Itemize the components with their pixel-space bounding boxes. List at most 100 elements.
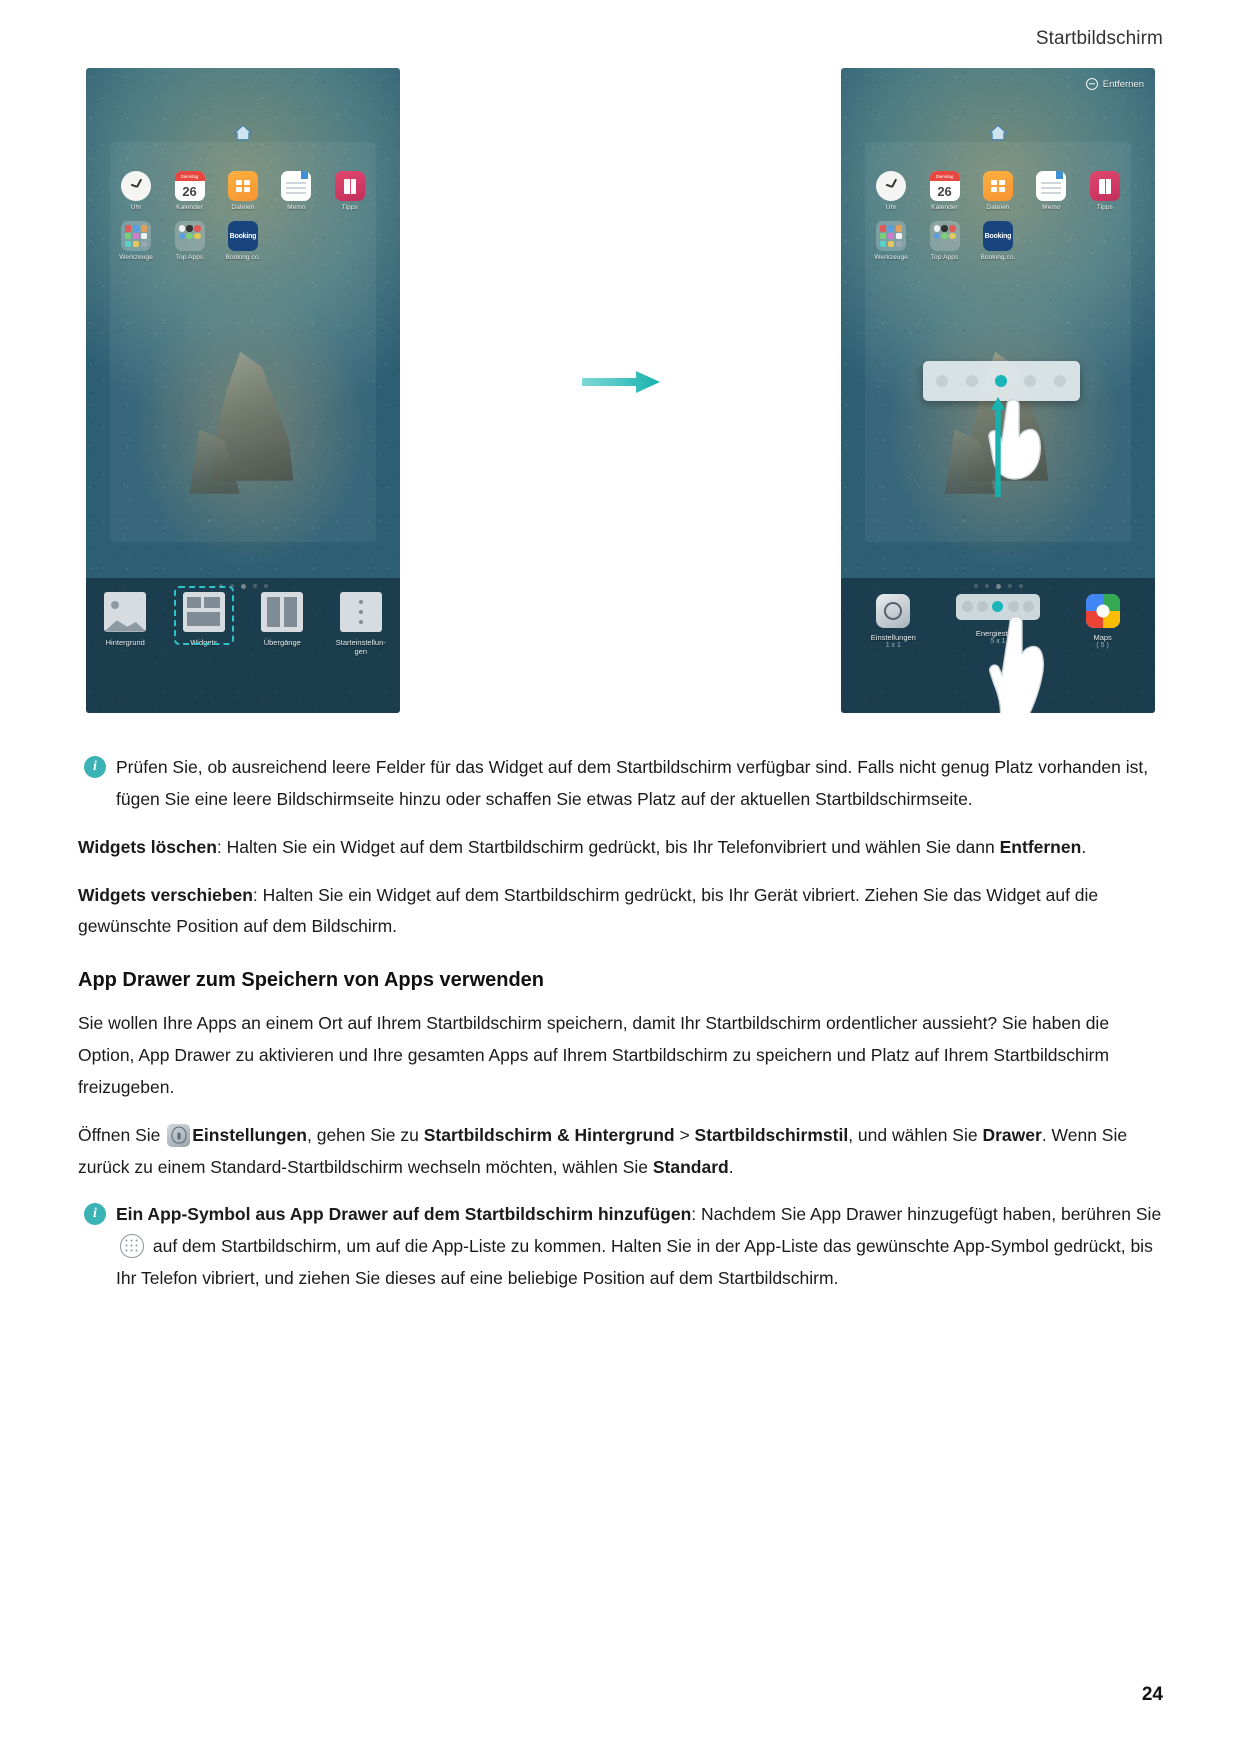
note-text: Ein App-Symbol aus App Drawer auf dem St…: [116, 1199, 1163, 1295]
app-kalender[interactable]: Dienstag 26 Kalender: [923, 171, 967, 211]
settings-widget-icon: [876, 593, 911, 628]
remove-chip-label: Entfernen: [1102, 78, 1144, 90]
home-icon: [988, 123, 1008, 143]
calendar-weekday: Dienstag: [929, 171, 960, 182]
booking-icon: Booking: [227, 221, 258, 252]
app-kalender[interactable]: Dienstag 26 Kalender: [168, 171, 212, 211]
info-icon: i: [84, 756, 106, 778]
widget-item-maps[interactable]: Maps ( 5 ): [1060, 593, 1145, 649]
files-icon: [227, 171, 258, 202]
app-booking[interactable]: Booking Booking.co.: [221, 221, 265, 261]
note-block-space-check: i Prüfen Sie, ob ausreichend leere Felde…: [78, 752, 1163, 816]
widget-toggle-wifi-icon: [936, 375, 949, 388]
app-uhr[interactable]: Uhr: [869, 171, 913, 211]
calendar-icon: Dienstag 26: [174, 171, 205, 202]
memo-icon: [281, 171, 312, 202]
app-slot-empty: [1083, 221, 1127, 261]
wallpaper-thumb-icon: [104, 591, 147, 632]
paragraph-app-drawer-intro: Sie wollen Ihre Apps an einem Ort auf Ih…: [78, 1013, 1110, 1097]
note-bold-title: Ein App-Symbol aus App Drawer auf dem St…: [116, 1204, 692, 1225]
app-label: Top Apps: [175, 254, 204, 262]
figure-widget-add-illustration: Uhr Dienstag 26 Kalender Dateien Memo Ti…: [78, 68, 1163, 723]
app-drawer-grid-icon: [120, 1234, 144, 1259]
right-arrow-icon: [581, 371, 660, 394]
settings-thumb-icon: [339, 591, 382, 632]
app-label: Werkzeuge: [874, 254, 908, 262]
folder-top-apps[interactable]: Top Apps: [923, 221, 967, 261]
note-text-part2: auf dem Startbildschirm, um auf die App-…: [116, 1236, 1153, 1289]
note-text-part1: : Nachdem Sie App Drawer hinzugefügt hab…: [691, 1204, 1162, 1225]
page-header: Startbildschirm: [1035, 28, 1163, 49]
calendar-icon: Dienstag 26: [929, 171, 960, 202]
booking-icon: Booking: [982, 221, 1013, 252]
widget-toggle-active-icon: [995, 375, 1008, 388]
app-slot-empty: [1030, 221, 1074, 261]
app-memo[interactable]: Memo: [1030, 171, 1074, 211]
page-content: i Prüfen Sie, ob ausreichend leere Felde…: [78, 752, 1163, 1311]
paragraph-lead-label: Widgets löschen: [78, 836, 217, 857]
note-block-add-app-icon: i Ein App-Symbol aus App Drawer auf dem …: [78, 1199, 1163, 1295]
widget-item-energiesteuerung[interactable]: Energiesteue 5 x 1: [955, 593, 1041, 645]
phone-screenshot-left: Uhr Dienstag 26 Kalender Dateien Memo Ti…: [86, 68, 400, 713]
widgets-selection-highlight: [173, 585, 234, 645]
remove-chip[interactable]: Entfernen: [1085, 78, 1144, 90]
tools-folder-icon: [876, 221, 907, 252]
power-control-widget-icon: [955, 593, 1040, 620]
app-booking[interactable]: Booking Booking.co.: [976, 221, 1020, 261]
app-grid-left: Uhr Dienstag 26 Kalender Dateien Memo Ti…: [114, 171, 371, 271]
widget-toggle-brightness-icon: [1053, 375, 1066, 388]
paragraph-widgets-loeschen: Widgets löschen: Halten Sie ein Widget a…: [78, 832, 1163, 864]
clock-icon: [121, 171, 152, 202]
tray-item-hintergrund[interactable]: Hintergrund: [89, 591, 161, 647]
widget-size: 5 x 1: [990, 637, 1006, 645]
widget-size: ( 5 ): [1096, 641, 1109, 649]
paragraph-text: : Halten Sie ein Widget auf dem Startbil…: [216, 836, 1000, 857]
app-uhr[interactable]: Uhr: [114, 171, 158, 211]
maps-widget-icon: [1085, 593, 1120, 628]
folder-werkzeuge[interactable]: Werkzeuge: [114, 221, 158, 261]
app-label: Uhr: [130, 204, 142, 212]
phone-screenshot-right: Entfernen Uhr Dienstag 26 Kalender Datei…: [841, 68, 1155, 713]
settings-app-icon: [167, 1123, 191, 1147]
text-oeffnen-sie: Öffnen Sie: [78, 1124, 166, 1145]
app-dateien[interactable]: Dateien: [221, 171, 265, 211]
calendar-weekday: Dienstag: [174, 171, 205, 182]
document-page: Startbildschirm Uhr Dienstag 26 Kalender…: [0, 0, 1241, 1754]
widget-picker-tray-right: Einstellungen 1 x 1 Energiesteue 5 x 1 M…: [841, 577, 1155, 713]
app-label: Tipps: [1096, 204, 1113, 212]
app-tipps[interactable]: Tipps: [328, 171, 372, 211]
app-label: Uhr: [885, 204, 897, 212]
home-editor-tray-left: Hintergrund Widgets Übergänge Starteinst…: [86, 577, 400, 713]
memo-icon: [1036, 171, 1067, 202]
app-row-1: Uhr Dienstag 26 Kalender Dateien Memo Ti…: [869, 171, 1126, 211]
top-apps-folder-icon: [929, 221, 960, 252]
app-tipps[interactable]: Tipps: [1083, 171, 1127, 211]
app-label: Memo: [1042, 204, 1061, 212]
transitions-thumb-icon: [261, 591, 304, 632]
tray-item-uebergaenge[interactable]: Übergänge: [246, 591, 318, 647]
app-label: Booking.co.: [980, 254, 1016, 262]
tray-item-label: Hintergrund: [105, 637, 145, 647]
app-row-2: Werkzeuge Top Apps Booking Booking.co.: [114, 221, 371, 261]
calendar-day: 26: [937, 183, 952, 199]
app-label: Kalender: [176, 204, 203, 212]
app-dateien[interactable]: Dateien: [976, 171, 1020, 211]
dragged-widget-preview[interactable]: [922, 361, 1080, 402]
tray-item-widgets[interactable]: Widgets: [168, 585, 240, 647]
text-separator: >: [674, 1124, 695, 1145]
bold-startbildschirmstil: Startbildschirmstil: [694, 1124, 849, 1145]
widget-item-einstellungen[interactable]: Einstellungen 1 x 1: [851, 593, 936, 649]
app-label: Dateien: [231, 204, 255, 212]
folder-top-apps[interactable]: Top Apps: [168, 221, 212, 261]
paragraph-lead-label: Widgets verschieben: [78, 884, 253, 905]
app-label: Top Apps: [930, 254, 959, 262]
section-heading-app-drawer: App Drawer zum Speichern von Apps verwen…: [78, 969, 545, 992]
app-memo[interactable]: Memo: [275, 171, 319, 211]
top-apps-folder-icon: [174, 221, 205, 252]
calendar-day: 26: [182, 183, 197, 199]
widget-toggle-bluetooth-icon: [965, 375, 978, 388]
page-number: 24: [1141, 1684, 1163, 1705]
tray-item-starteinstellungen[interactable]: Starteinstellun- gen: [325, 591, 397, 657]
app-label: Tipps: [341, 204, 358, 212]
folder-werkzeuge[interactable]: Werkzeuge: [869, 221, 913, 261]
